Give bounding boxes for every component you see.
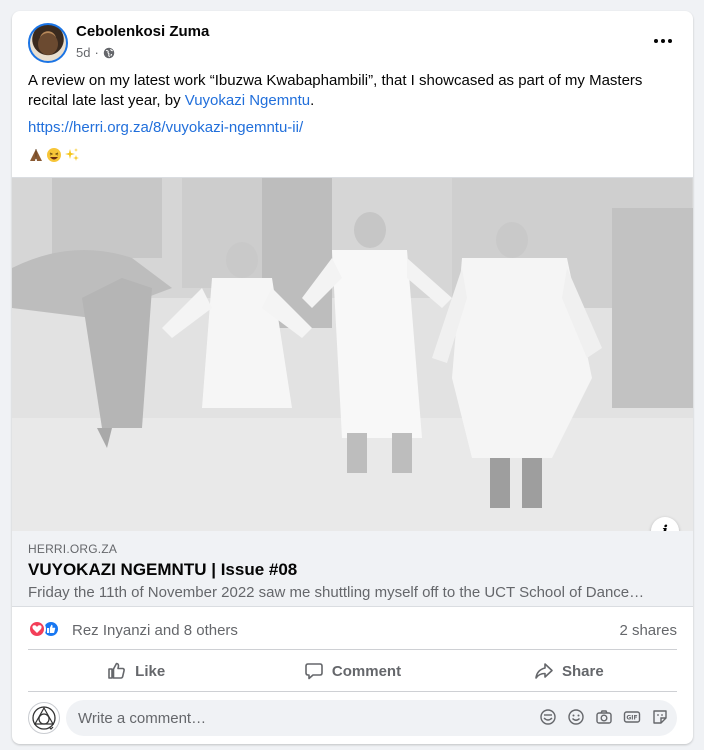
gif-icon[interactable]: GIF [623,708,641,726]
post-text-end: . [310,92,315,109]
link-description: Friday the 11th of November 2022 saw me … [28,584,645,601]
camera-icon[interactable] [595,708,613,726]
link-preview-card[interactable]: HERRI.ORG.ZA VUYOKAZI NGEMNTU | Issue #0… [12,531,693,607]
action-bar: Like Comment Share [28,652,677,690]
thumbs-up-icon [108,662,126,679]
divider-bottom [28,691,677,692]
reaction-icons[interactable] [28,620,60,638]
post-meta: 5d · [76,45,115,60]
reactions-summary[interactable]: Rez Inyanzi and 8 others [72,622,238,639]
more-options-button[interactable] [645,23,681,59]
folded-hands-icon [30,149,42,161]
comment-label: Comment [331,662,402,680]
link-domain: HERRI.ORG.ZA [28,542,118,556]
share-button[interactable]: Share [461,652,677,690]
post-url-link[interactable]: https://herri.org.za/8/vuyokazi-ngemntu-… [28,118,303,138]
more-dots-icon [654,39,672,43]
post-time[interactable]: 5d [76,45,90,60]
love-reaction-icon [28,620,46,638]
comment-box: GIF [66,700,677,736]
comment-button[interactable]: Comment [244,652,460,690]
author-avatar[interactable] [28,23,68,63]
comment-input[interactable] [78,700,518,736]
divider-top [28,649,677,650]
share-label: Share [561,662,604,680]
reactions-row: Rez Inyanzi and 8 others 2 shares [28,617,677,643]
meta-separator: · [94,45,99,60]
post-text: A review on my latest work “Ibuzwa Kwaba… [28,71,677,111]
commenter-avatar[interactable] [28,702,60,734]
avatar-photo [38,33,58,55]
sparkles-icon [65,148,79,161]
share-arrow-icon [535,663,553,679]
dance-performance-photo [12,178,693,531]
post-header: Cebolenkosi Zuma 5d · [28,23,677,67]
globe-icon[interactable] [103,47,115,59]
grinning-squinting-face-icon [47,148,61,162]
comment-tools: GIF [539,708,669,726]
post-text-body: A review on my latest work “Ibuzwa Kwaba… [28,72,643,109]
link-title: VUYOKAZI NGEMNTU | Issue #08 [28,560,298,579]
logo-avatar-icon [32,706,56,730]
author-name[interactable]: Cebolenkosi Zuma [76,23,209,40]
svg-text:GIF: GIF [626,715,637,722]
shares-count[interactable]: 2 shares [619,622,677,639]
like-label: Like [135,662,166,680]
mention-link[interactable]: Vuyokazi Ngemntu [185,92,310,109]
comment-bubble-icon [305,663,323,680]
link-preview-image[interactable]: i [12,177,693,531]
sticker-comment-icon[interactable] [539,708,557,726]
post-card: Cebolenkosi Zuma 5d · A review on my lat… [12,11,693,744]
like-button[interactable]: Like [28,652,244,690]
sticker-icon[interactable] [651,708,669,726]
comment-row: GIF [28,700,677,736]
post-emojis [28,147,80,163]
emoji-icon[interactable] [567,708,585,726]
